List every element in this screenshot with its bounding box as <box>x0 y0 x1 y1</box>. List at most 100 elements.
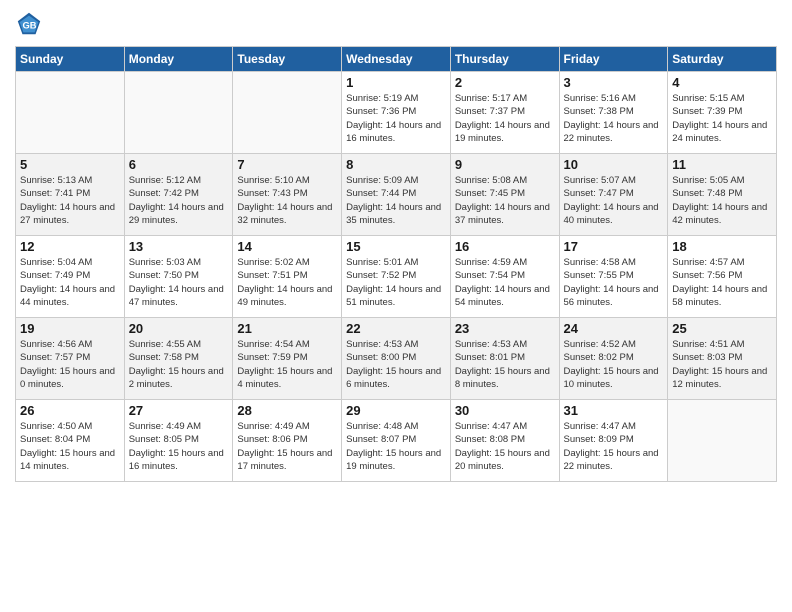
calendar-cell: 31 Sunrise: 4:47 AM Sunset: 8:09 PM Dayli… <box>559 400 668 482</box>
calendar-cell: 1Sunrise: 5:19 AM Sunset: 7:36 PM Daylig… <box>342 72 451 154</box>
day-number: 20 <box>129 321 229 336</box>
day-info: Sunrise: 4:55 AM Sunset: 7:58 PM Dayligh… <box>129 338 229 391</box>
calendar-cell <box>124 72 233 154</box>
calendar-cell <box>16 72 125 154</box>
calendar-cell: 7Sunrise: 5:10 AM Sunset: 7:43 PM Daylig… <box>233 154 342 236</box>
day-info: Sunrise: 4:49 AM Sunset: 8:06 PM Dayligh… <box>237 420 337 473</box>
day-number: 10 <box>564 157 664 172</box>
day-info: Sunrise: 4:53 AM Sunset: 8:00 PM Dayligh… <box>346 338 446 391</box>
page: GB SundayMondayTuesdayWednesdayThursdayF… <box>0 0 792 612</box>
day-number: 28 <box>237 403 337 418</box>
calendar-cell: 6 Sunrise: 5:12 AM Sunset: 7:42 PM Daylig… <box>124 154 233 236</box>
day-number: 23 <box>455 321 555 336</box>
day-info: Sunrise: 5:07 AM Sunset: 7:47 PM Dayligh… <box>564 174 664 227</box>
calendar-cell: 13 Sunrise: 5:03 AM Sunset: 7:50 PM Dayli… <box>124 236 233 318</box>
day-info: Sunrise: 4:53 AM Sunset: 8:01 PM Dayligh… <box>455 338 555 391</box>
day-info: Sunrise: 5:17 AM Sunset: 7:37 PM Dayligh… <box>455 92 555 145</box>
day-number: 8 <box>346 157 446 172</box>
header: GB <box>15 10 777 38</box>
day-number: 15 <box>346 239 446 254</box>
day-header-sunday: Sunday <box>16 47 125 72</box>
calendar-cell: 26Sunrise: 4:50 AM Sunset: 8:04 PM Dayli… <box>16 400 125 482</box>
calendar-cell <box>668 400 777 482</box>
day-number: 21 <box>237 321 337 336</box>
day-info: Sunrise: 5:10 AM Sunset: 7:43 PM Dayligh… <box>237 174 337 227</box>
day-info: Sunrise: 5:03 AM Sunset: 7:50 PM Dayligh… <box>129 256 229 309</box>
day-header-tuesday: Tuesday <box>233 47 342 72</box>
day-number: 19 <box>20 321 120 336</box>
day-header-saturday: Saturday <box>668 47 777 72</box>
day-number: 22 <box>346 321 446 336</box>
calendar-cell: 18 Sunrise: 4:57 AM Sunset: 7:56 PM Dayli… <box>668 236 777 318</box>
day-info: Sunrise: 5:08 AM Sunset: 7:45 PM Dayligh… <box>455 174 555 227</box>
calendar-cell: 22 Sunrise: 4:53 AM Sunset: 8:00 PM Dayli… <box>342 318 451 400</box>
calendar-cell: 4 Sunrise: 5:15 AM Sunset: 7:39 PM Daylig… <box>668 72 777 154</box>
day-number: 24 <box>564 321 664 336</box>
day-info: Sunrise: 4:50 AM Sunset: 8:04 PM Dayligh… <box>20 420 120 473</box>
week-row-5: 26Sunrise: 4:50 AM Sunset: 8:04 PM Dayli… <box>16 400 777 482</box>
day-header-thursday: Thursday <box>450 47 559 72</box>
day-number: 13 <box>129 239 229 254</box>
day-number: 16 <box>455 239 555 254</box>
logo-icon: GB <box>15 10 43 38</box>
week-row-4: 19Sunrise: 4:56 AM Sunset: 7:57 PM Dayli… <box>16 318 777 400</box>
day-number: 25 <box>672 321 772 336</box>
day-info: Sunrise: 5:15 AM Sunset: 7:39 PM Dayligh… <box>672 92 772 145</box>
day-info: Sunrise: 4:54 AM Sunset: 7:59 PM Dayligh… <box>237 338 337 391</box>
week-row-2: 5 Sunrise: 5:13 AM Sunset: 7:41 PM Daylig… <box>16 154 777 236</box>
calendar-cell: 19Sunrise: 4:56 AM Sunset: 7:57 PM Dayli… <box>16 318 125 400</box>
day-info: Sunrise: 5:02 AM Sunset: 7:51 PM Dayligh… <box>237 256 337 309</box>
calendar-cell: 25 Sunrise: 4:51 AM Sunset: 8:03 PM Dayli… <box>668 318 777 400</box>
day-header-monday: Monday <box>124 47 233 72</box>
day-number: 14 <box>237 239 337 254</box>
day-number: 6 <box>129 157 229 172</box>
week-row-1: 1Sunrise: 5:19 AM Sunset: 7:36 PM Daylig… <box>16 72 777 154</box>
svg-text:GB: GB <box>22 21 36 31</box>
calendar-cell: 9 Sunrise: 5:08 AM Sunset: 7:45 PM Daylig… <box>450 154 559 236</box>
day-number: 5 <box>20 157 120 172</box>
day-info: Sunrise: 4:47 AM Sunset: 8:09 PM Dayligh… <box>564 420 664 473</box>
calendar-cell: 12Sunrise: 5:04 AM Sunset: 7:49 PM Dayli… <box>16 236 125 318</box>
calendar-cell: 30 Sunrise: 4:47 AM Sunset: 8:08 PM Dayli… <box>450 400 559 482</box>
day-number: 4 <box>672 75 772 90</box>
day-info: Sunrise: 5:05 AM Sunset: 7:48 PM Dayligh… <box>672 174 772 227</box>
calendar-cell: 28 Sunrise: 4:49 AM Sunset: 8:06 PM Dayli… <box>233 400 342 482</box>
day-info: Sunrise: 4:58 AM Sunset: 7:55 PM Dayligh… <box>564 256 664 309</box>
week-row-3: 12Sunrise: 5:04 AM Sunset: 7:49 PM Dayli… <box>16 236 777 318</box>
day-number: 31 <box>564 403 664 418</box>
calendar-cell: 23 Sunrise: 4:53 AM Sunset: 8:01 PM Dayli… <box>450 318 559 400</box>
calendar-cell: 10 Sunrise: 5:07 AM Sunset: 7:47 PM Dayli… <box>559 154 668 236</box>
calendar-cell: 29Sunrise: 4:48 AM Sunset: 8:07 PM Dayli… <box>342 400 451 482</box>
day-number: 12 <box>20 239 120 254</box>
calendar-cell: 5 Sunrise: 5:13 AM Sunset: 7:41 PM Daylig… <box>16 154 125 236</box>
day-info: Sunrise: 4:52 AM Sunset: 8:02 PM Dayligh… <box>564 338 664 391</box>
day-number: 29 <box>346 403 446 418</box>
day-number: 2 <box>455 75 555 90</box>
calendar-cell: 17Sunrise: 4:58 AM Sunset: 7:55 PM Dayli… <box>559 236 668 318</box>
day-number: 9 <box>455 157 555 172</box>
day-info: Sunrise: 5:12 AM Sunset: 7:42 PM Dayligh… <box>129 174 229 227</box>
day-number: 30 <box>455 403 555 418</box>
calendar-cell <box>233 72 342 154</box>
calendar-cell: 8Sunrise: 5:09 AM Sunset: 7:44 PM Daylig… <box>342 154 451 236</box>
logo: GB <box>15 10 47 38</box>
calendar-cell: 27Sunrise: 4:49 AM Sunset: 8:05 PM Dayli… <box>124 400 233 482</box>
day-number: 3 <box>564 75 664 90</box>
calendar-cell: 11Sunrise: 5:05 AM Sunset: 7:48 PM Dayli… <box>668 154 777 236</box>
day-info: Sunrise: 5:01 AM Sunset: 7:52 PM Dayligh… <box>346 256 446 309</box>
day-header-wednesday: Wednesday <box>342 47 451 72</box>
calendar-cell: 14 Sunrise: 5:02 AM Sunset: 7:51 PM Dayli… <box>233 236 342 318</box>
day-number: 1 <box>346 75 446 90</box>
day-number: 18 <box>672 239 772 254</box>
calendar-cell: 15 Sunrise: 5:01 AM Sunset: 7:52 PM Dayli… <box>342 236 451 318</box>
calendar: SundayMondayTuesdayWednesdayThursdayFrid… <box>15 46 777 482</box>
header-row: SundayMondayTuesdayWednesdayThursdayFrid… <box>16 47 777 72</box>
day-info: Sunrise: 4:57 AM Sunset: 7:56 PM Dayligh… <box>672 256 772 309</box>
day-info: Sunrise: 4:47 AM Sunset: 8:08 PM Dayligh… <box>455 420 555 473</box>
calendar-cell: 3Sunrise: 5:16 AM Sunset: 7:38 PM Daylig… <box>559 72 668 154</box>
day-info: Sunrise: 4:59 AM Sunset: 7:54 PM Dayligh… <box>455 256 555 309</box>
calendar-cell: 20 Sunrise: 4:55 AM Sunset: 7:58 PM Dayli… <box>124 318 233 400</box>
day-info: Sunrise: 5:13 AM Sunset: 7:41 PM Dayligh… <box>20 174 120 227</box>
day-info: Sunrise: 4:51 AM Sunset: 8:03 PM Dayligh… <box>672 338 772 391</box>
day-info: Sunrise: 4:49 AM Sunset: 8:05 PM Dayligh… <box>129 420 229 473</box>
